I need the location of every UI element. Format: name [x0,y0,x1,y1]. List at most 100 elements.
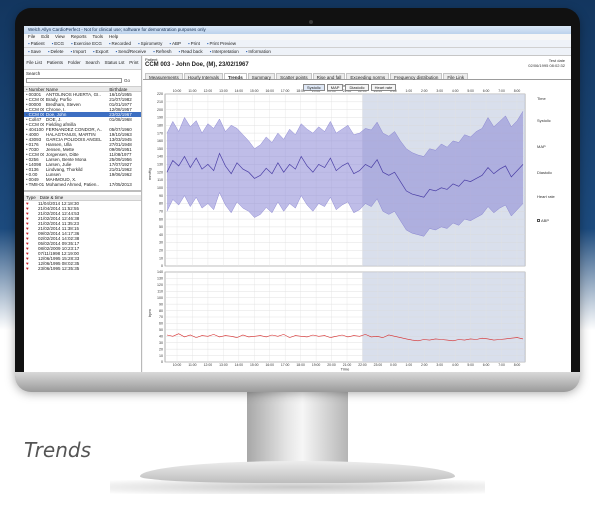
bp-panel-y-tick: 50 [159,225,163,229]
search-input[interactable] [26,78,122,83]
toolbar-print-preview-button[interactable]: Print Preview [207,41,236,46]
hr-x-tick: 15:00 [250,363,259,367]
legend-map[interactable]: MAP [326,84,344,91]
col-number[interactable]: Number [24,87,45,92]
hr-panel-y-tick: 10 [159,354,163,358]
hr-x-tick: 12:00 [204,363,213,367]
hr-x-tick: 5:00 [467,363,474,367]
left-nav-file-list[interactable]: File List [26,60,42,65]
caption: Trends [24,438,91,462]
legend-systolic[interactable]: Systolic [303,84,325,91]
go-button[interactable]: Go [124,78,130,83]
left-nav-search[interactable]: Search [85,60,99,65]
toolbar-print-button[interactable]: Print [188,41,200,46]
search-label: Search [26,71,41,76]
toolbar-delete-button[interactable]: Delete [48,49,63,54]
side-item-time[interactable]: Time [537,96,546,101]
bp-x-tick: 10:00 [173,89,182,93]
legend-heart-rate[interactable]: Heart rate [370,84,397,91]
toolbar-patient-button[interactable]: Patient [28,41,45,46]
toolbar-save-button[interactable]: Save [28,49,41,54]
side-item-systolic[interactable]: Systolic [537,118,551,123]
toolbar-main: Patient ECG Exercise ECG Recorded Spirometry… [24,40,571,48]
col-type[interactable]: Type [24,195,38,200]
left-nav-patients[interactable]: Patients [47,60,63,65]
bp-x-tick: 11:00 [188,89,196,93]
bp-x-tick: 14:00 [235,89,244,93]
hr-x-tick: 6:00 [483,363,490,367]
col-name[interactable]: Name [44,87,107,92]
toolbar-abp-button[interactable]: ABP [169,41,181,46]
hr-panel-y-label: bpm [147,309,152,317]
hr-panel-y-tick: 30 [159,341,163,345]
toolbar-spirometry-button[interactable]: Spirometry [138,41,163,46]
abp-checkbox[interactable] [537,219,540,223]
toolbar-interpretation-button[interactable]: Interpretation [210,49,239,54]
toolbar-export-button[interactable]: Export [93,49,108,54]
bp-x-tick: 15:00 [250,89,259,93]
hr-x-tick: 0:00 [390,363,397,367]
bp-x-tick: 12:00 [204,89,213,93]
cell: Mohamed Ahmed, Patien.. [45,182,99,187]
side-item-label: Heart rate [537,194,555,199]
side-item-label: ABP [541,218,550,223]
bp-x-tick: 16:00 [265,89,274,93]
side-item-diastolic[interactable]: Diastolic [537,170,552,175]
toolbar-import-button[interactable]: Import [71,49,86,54]
side-item-label: Systolic [537,118,551,123]
bp-panel-y-tick: 140 [157,155,163,159]
left-nav-status-lst[interactable]: Status Lst [104,60,124,65]
hr-x-tick: 2:00 [421,363,428,367]
hr-x-tick: 23:00 [374,363,383,367]
col-birthdate[interactable]: Birthdate [107,87,141,92]
side-item-heart-rate[interactable]: Heart rate [537,194,555,199]
hr-panel-y-tick: 70 [159,315,163,319]
toolbar-exercise-ecg-button[interactable]: Exercise ECG [71,41,102,46]
hr-panel-y-tick: 130 [157,277,163,281]
bp-panel-y-tick: 80 [159,202,163,206]
hr-panel-y-tick: 100 [157,296,163,300]
bp-panel-y-tick: 0 [161,264,163,268]
hr-x-tick: 20:00 [327,363,336,367]
search-row: Go [24,77,141,84]
left-nav-print[interactable]: Print [129,60,138,65]
hr-x-tick: 8:00 [514,363,521,367]
table-row[interactable]: TM8-010Mohamed Ahmed, Patien.. 17/05/2013 [24,182,141,187]
bp-x-tick: 2:00 [421,89,428,93]
legend: Systolic MAP Diastolic Heart rate [303,84,397,91]
col-datetime[interactable]: Date & time [38,195,66,200]
bp-panel-y-tick: 100 [157,186,163,190]
abp-record-icon: ♥ [26,266,29,271]
hr-x-tick: 19:00 [312,363,321,367]
toolbar-information-button[interactable]: Information [246,49,271,54]
left-pane: File List Patients Folder Search Status Lst P… [24,56,142,372]
side-item-map[interactable]: MAP [537,144,546,149]
hr-x-tick: 16:00 [265,363,274,367]
toolbar-send-receive-button[interactable]: Send/Receive [116,49,146,54]
series-toggle-panel: Time Systolic MAP Diastolic Heart rate ABP [529,84,571,372]
hr-panel-y-tick: 110 [157,289,163,293]
bp-panel-y-tick: 70 [159,209,163,213]
record-datetime: 23/06/1995 12:35:35 [38,266,80,271]
list-item[interactable]: ♥ 23/06/1995 12:35:35 [24,266,141,271]
legend-diastolic[interactable]: Diastolic [345,84,369,91]
record-list: ♥ 11/04/2014 12:18:30 ♥ 21/04/2014 11:52:55… [24,201,141,271]
hr-x-tick: 22:00 [358,363,367,367]
hr-panel-y-tick: 60 [159,322,163,326]
bp-x-tick: 4:00 [452,89,459,93]
toolbar-refresh-button[interactable]: Refresh [153,49,172,54]
toolbar-recorded-button[interactable]: Recorded [109,41,131,46]
hr-x-tick: 7:00 [498,363,505,367]
bp-x-tick: 1:00 [406,89,413,93]
pane-splitter[interactable] [24,190,141,192]
bp-panel-y-tick: 130 [157,163,163,167]
bp-x-tick: 3:00 [436,89,443,93]
side-item-abp[interactable]: ABP [537,218,549,223]
bp-panel-y-tick: 20 [159,249,163,253]
hr-panel-y-tick: 0 [161,360,163,364]
toolbar-read-back-button[interactable]: Read back [179,49,203,54]
left-nav-folder[interactable]: Folder [68,60,81,65]
toolbar-ecg-button[interactable]: ECG [52,41,64,46]
bp-panel-y-tick: 120 [157,170,163,174]
side-item-label: MAP [537,144,546,149]
